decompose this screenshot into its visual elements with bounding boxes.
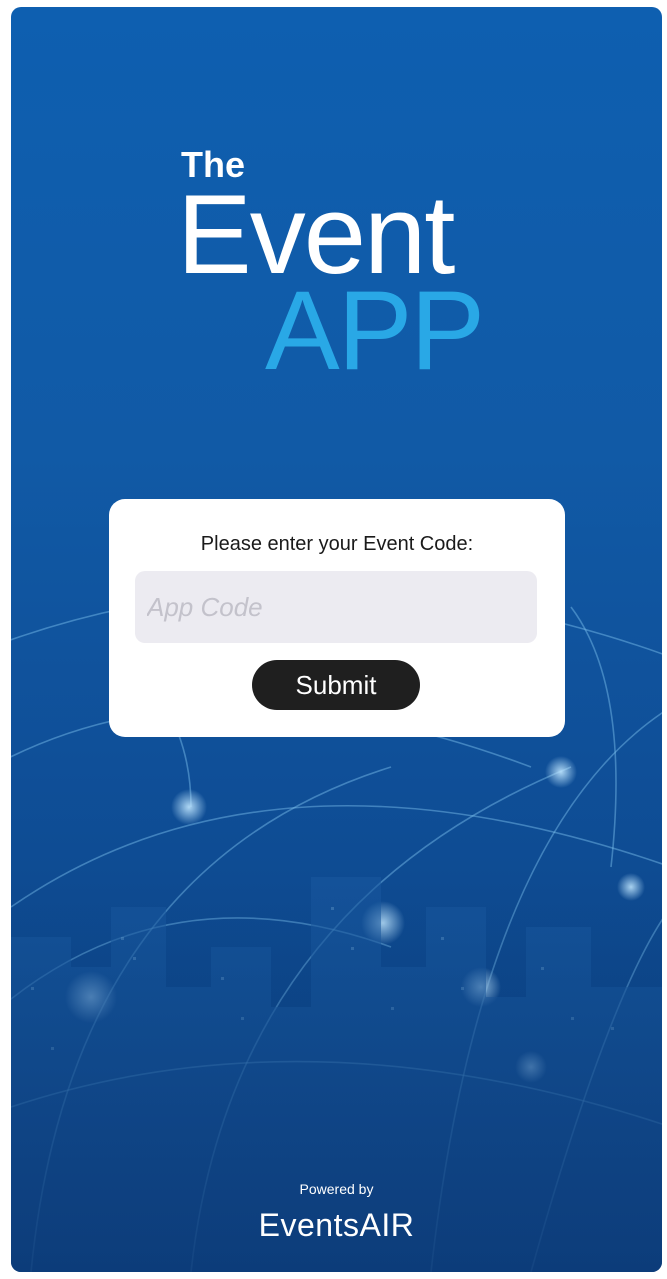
- event-code-prompt: Please enter your Event Code:: [200, 533, 474, 555]
- logo-line-app: APP: [265, 268, 485, 393]
- event-code-card: Please enter your Event Code: Submit: [109, 499, 565, 737]
- app-code-input[interactable]: [135, 571, 537, 643]
- eventsair-logo: EventsAIR: [258, 1207, 415, 1243]
- submit-button[interactable]: Submit: [252, 660, 420, 710]
- app-screen: The Event APP Please enter your Event Co…: [11, 7, 662, 1272]
- powered-by-label: Powered by: [299, 1181, 374, 1197]
- event-app-logo: The Event APP: [177, 147, 521, 397]
